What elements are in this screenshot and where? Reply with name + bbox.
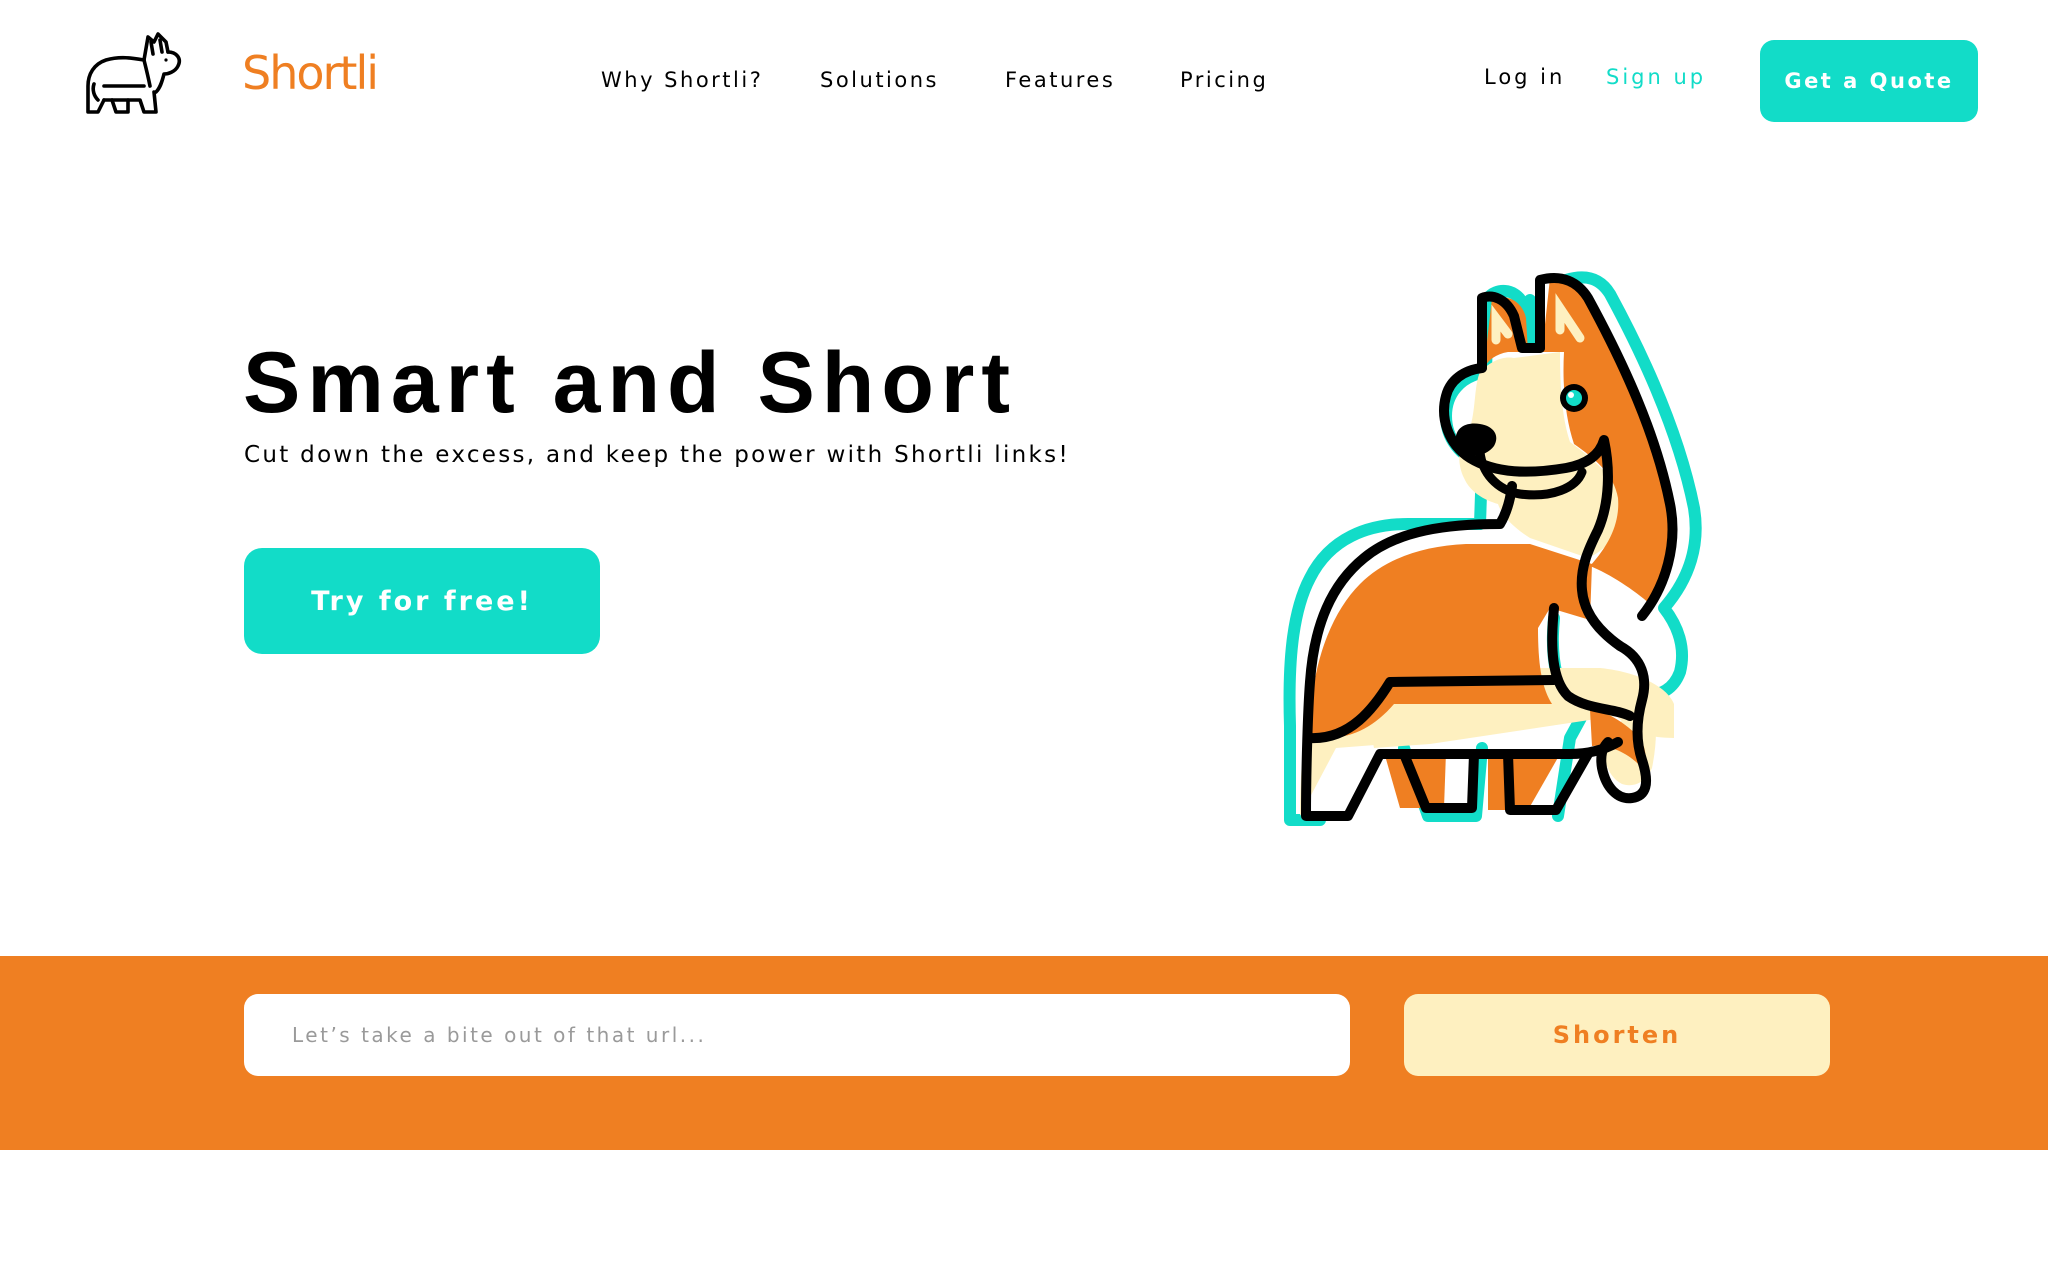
nav-why-shortli[interactable]: Why Shortli? bbox=[601, 70, 763, 91]
landing-page: Shortli Why Shortli? Solutions Features … bbox=[0, 0, 2048, 1262]
signup-link[interactable]: Sign up bbox=[1606, 67, 1706, 88]
url-input[interactable] bbox=[244, 994, 1350, 1076]
shorten-button[interactable]: Shorten bbox=[1404, 994, 1830, 1076]
login-link[interactable]: Log in bbox=[1484, 67, 1565, 88]
brand-name[interactable]: Shortli bbox=[242, 50, 379, 96]
corgi-illustration bbox=[1283, 271, 1702, 826]
nav-solutions[interactable]: Solutions bbox=[820, 70, 939, 91]
corgi-logo-icon[interactable] bbox=[80, 30, 186, 116]
hero-subtitle: Cut down the excess, and keep the power … bbox=[244, 442, 1070, 468]
hero-title: Smart and Short bbox=[243, 335, 1017, 431]
nav-pricing[interactable]: Pricing bbox=[1180, 70, 1268, 91]
try-for-free-button[interactable]: Try for free! bbox=[244, 548, 600, 654]
shorten-bar: Shorten bbox=[0, 956, 2048, 1150]
nav-features[interactable]: Features bbox=[1005, 70, 1115, 91]
get-a-quote-button[interactable]: Get a Quote bbox=[1760, 40, 1978, 122]
site-header: Shortli Why Shortli? Solutions Features … bbox=[0, 0, 2048, 160]
